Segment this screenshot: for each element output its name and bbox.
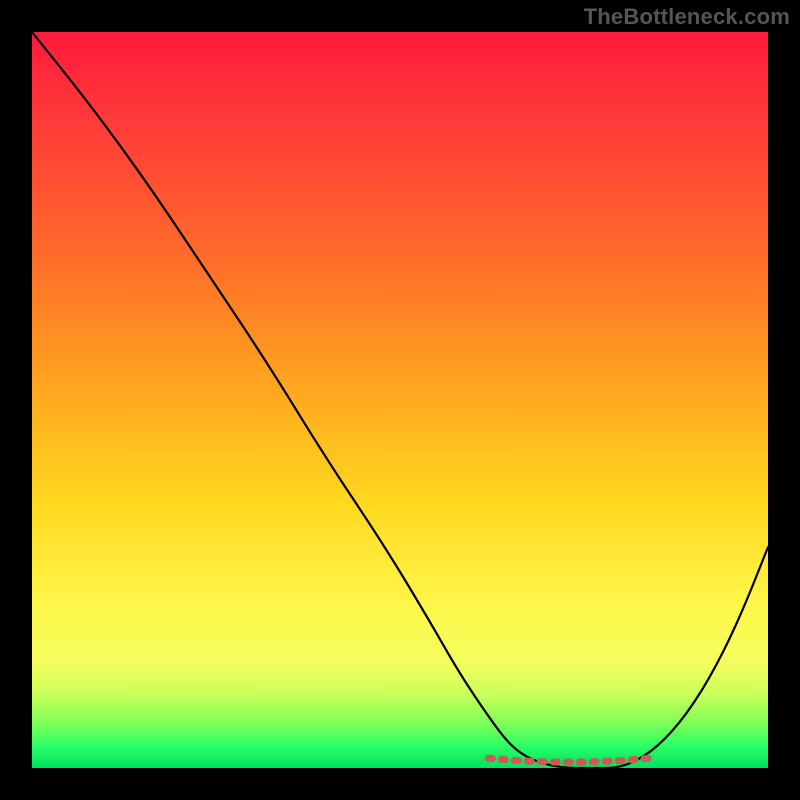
plot-area [32,32,768,768]
optimal-range-marker-path [488,758,650,762]
watermark-text: TheBottleneck.com [584,4,790,30]
chart-svg [32,32,768,768]
bottleneck-curve-path [32,32,768,768]
chart-frame: TheBottleneck.com [0,0,800,800]
